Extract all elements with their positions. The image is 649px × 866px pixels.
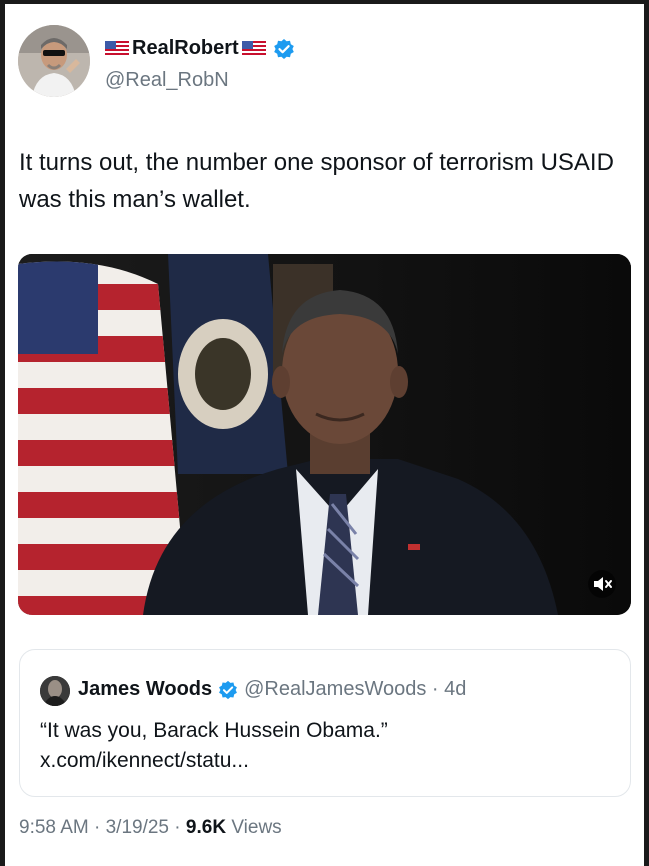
verified-badge-icon xyxy=(219,680,238,699)
author-name-row[interactable]: RealRobert xyxy=(105,37,295,60)
tweet-text: It turns out, the number one sponsor of … xyxy=(19,149,614,213)
mute-icon[interactable] xyxy=(587,569,617,599)
video-player[interactable] xyxy=(18,254,631,615)
tweet-footer: 9:58 AM · 3/19/25 · 9.6K Views xyxy=(19,817,282,839)
verified-badge-icon xyxy=(273,38,294,59)
quoted-handle-time[interactable]: @RealJamesWoods · 4d xyxy=(244,678,466,701)
quoted-author-avatar[interactable] xyxy=(40,676,70,706)
tweet-card: RealRobert @Real_RobN It turns out, the … xyxy=(5,4,644,866)
separator: · xyxy=(94,817,106,838)
us-flag-icon xyxy=(241,41,266,56)
separator: · xyxy=(174,817,186,838)
quoted-author-name[interactable]: James Woods xyxy=(78,678,212,701)
views-count: 9.6K xyxy=(185,817,227,838)
author-display-name[interactable]: RealRobert xyxy=(132,37,239,60)
us-flag-icon xyxy=(105,41,129,56)
quoted-text: “It was you, Barack Hussein Obama.” x.co… xyxy=(40,719,388,772)
quoted-tweet[interactable]: James Woods @RealJamesWoods · 4d “It was… xyxy=(19,649,631,797)
author-avatar[interactable] xyxy=(18,25,90,97)
video-frame xyxy=(18,254,631,615)
views-label: Views xyxy=(231,817,282,838)
tweet-time[interactable]: 9:58 AM xyxy=(19,817,89,838)
quoted-header: James Woods @RealJamesWoods · 4d xyxy=(78,678,466,701)
author-handle[interactable]: @Real_RobN xyxy=(105,69,229,92)
tweet-date[interactable]: 3/19/25 xyxy=(106,817,169,838)
